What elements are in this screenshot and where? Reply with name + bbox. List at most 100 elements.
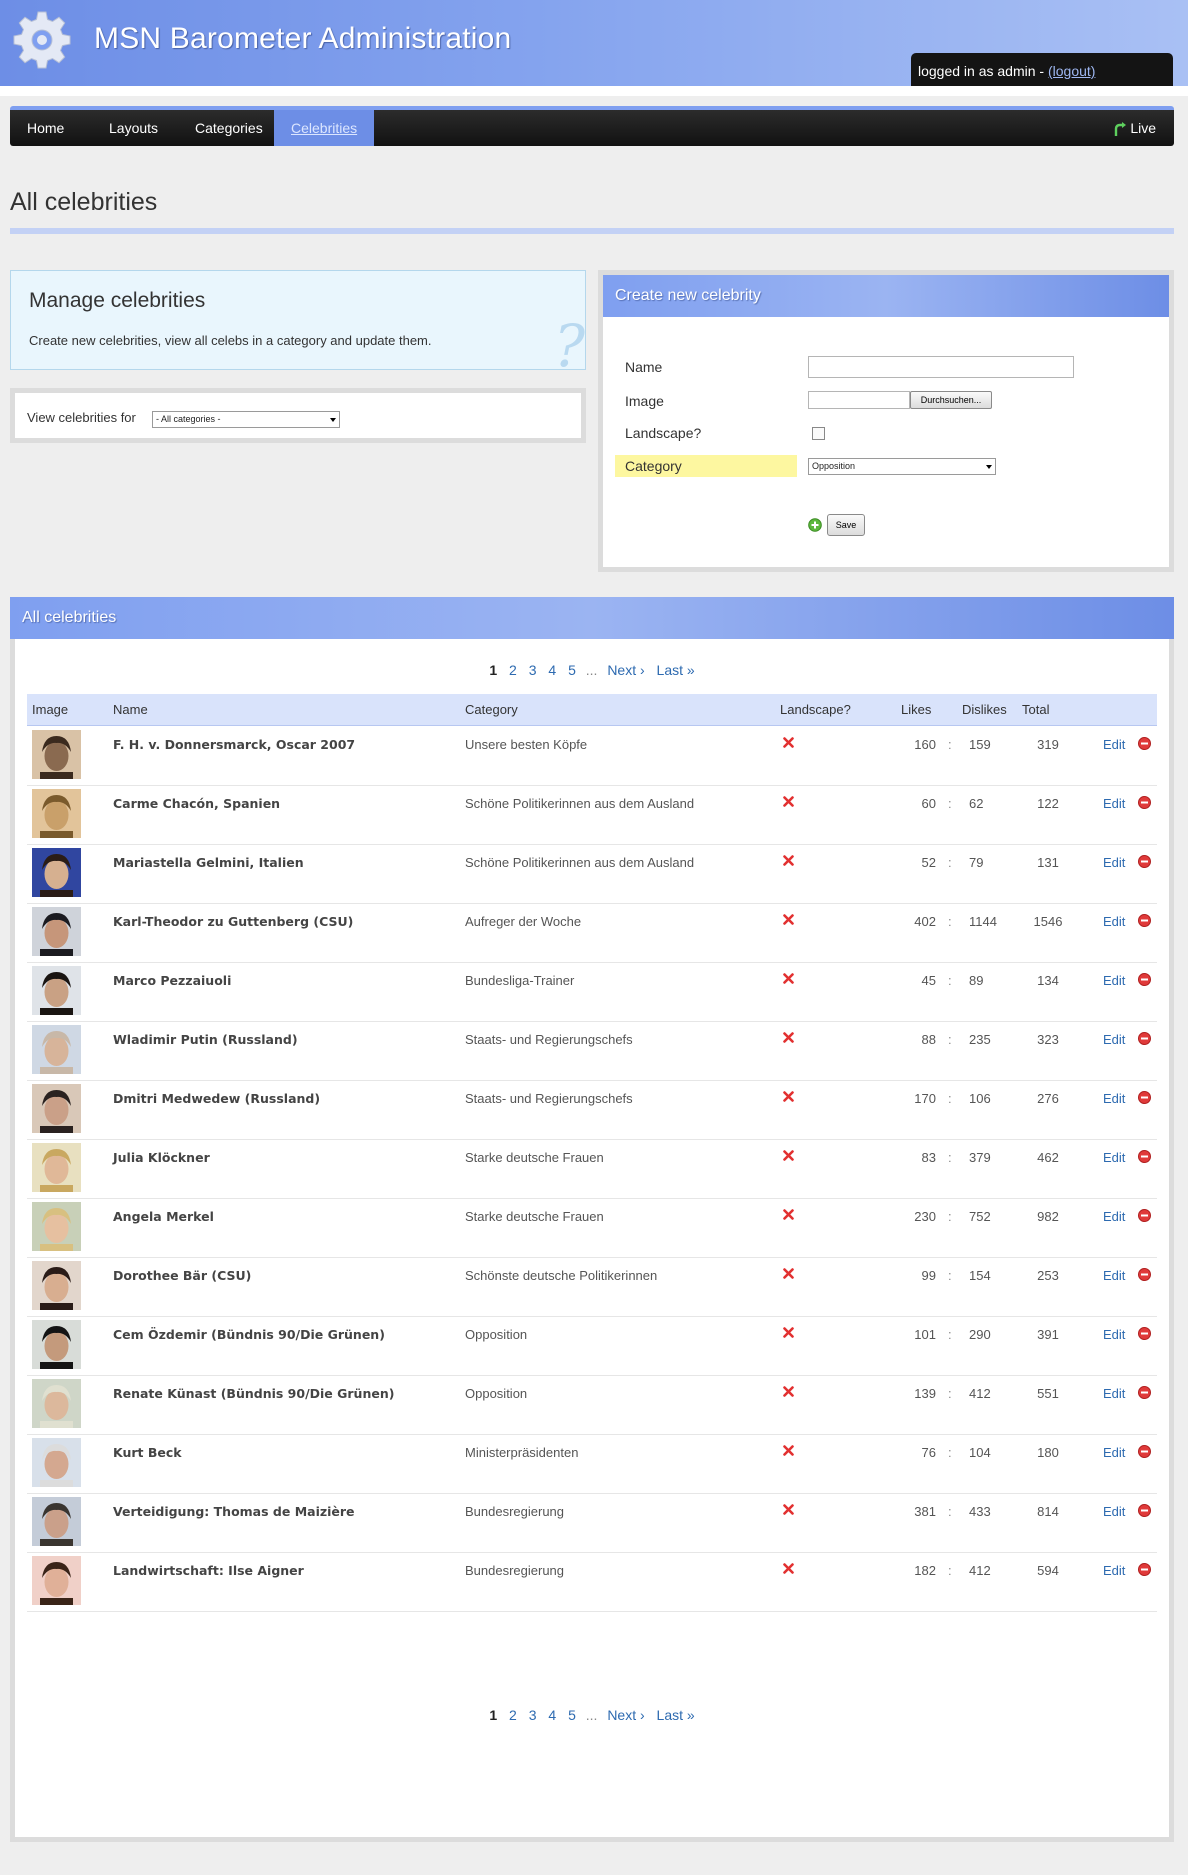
last-page-link[interactable]: Last » [657,662,695,678]
edit-link[interactable]: Edit [1103,1445,1125,1460]
delete-icon[interactable] [1138,1150,1151,1163]
avatar [32,1261,81,1310]
page-link-5[interactable]: 5 [568,1707,576,1723]
likes-separator: : [948,973,952,988]
total-count: 982 [1037,1209,1059,1224]
edit-link[interactable]: Edit [1103,973,1125,988]
nav-layouts[interactable]: Layouts [92,110,175,146]
edit-link[interactable]: Edit [1103,1563,1125,1578]
avatar [32,1084,81,1133]
page-link-3[interactable]: 3 [529,1707,537,1723]
edit-link[interactable]: Edit [1103,1150,1125,1165]
delete-icon[interactable] [1138,737,1151,750]
edit-link[interactable]: Edit [1103,1268,1125,1283]
edit-link[interactable]: Edit [1103,1209,1125,1224]
dislikes-count: 412 [969,1386,991,1401]
edit-link[interactable]: Edit [1103,855,1125,870]
cross-icon [783,973,794,984]
edit-link[interactable]: Edit [1103,1091,1125,1106]
delete-icon[interactable] [1138,1209,1151,1222]
nav-home[interactable]: Home [10,110,81,146]
page-link-1[interactable]: 1 [489,662,497,678]
dislikes-count: 154 [969,1268,991,1283]
delete-icon[interactable] [1138,1563,1151,1576]
celebrity-category: Aufreger der Woche [465,914,582,929]
delete-icon[interactable] [1138,973,1151,986]
edit-link[interactable]: Edit [1103,737,1125,752]
likes-separator: : [948,1563,952,1578]
celebrity-category: Starke deutsche Frauen [465,1150,604,1165]
total-count: 319 [1037,737,1059,752]
celebrity-name: Karl-Theodor zu Guttenberg (CSU) [113,914,354,929]
likes-separator: : [948,914,952,929]
delete-icon[interactable] [1138,1386,1151,1399]
page-link-2[interactable]: 2 [509,662,517,678]
landscape-checkbox[interactable] [812,427,825,440]
celebrity-category: Staats- und Regierungschefs [465,1091,633,1106]
delete-icon[interactable] [1138,796,1151,809]
edit-link[interactable]: Edit [1103,796,1125,811]
title-divider [10,228,1174,234]
last-page-link[interactable]: Last » [657,1707,695,1723]
next-page-link[interactable]: Next › [607,1707,644,1723]
save-button[interactable]: Save [827,514,865,536]
dislikes-count: 752 [969,1209,991,1224]
delete-icon[interactable] [1138,1504,1151,1517]
category-select[interactable]: Opposition [808,458,996,475]
celebrity-category: Schöne Politikerinnen aus dem Ausland [465,855,695,870]
category-filter-select[interactable]: - All categories - [152,411,340,428]
live-link[interactable]: Live [1114,110,1156,146]
manage-info-box: Manage celebrities Create new celebritie… [10,270,586,375]
page-link-4[interactable]: 4 [548,662,556,678]
manage-heading: Manage celebrities [29,289,206,312]
dislikes-count: 106 [969,1091,991,1106]
celebrity-name: Landwirtschaft: Ilse Aigner [113,1563,304,1578]
chevron-down-icon [330,418,336,422]
image-label: Image [625,393,664,409]
cross-icon [783,914,794,925]
page-link-5[interactable]: 5 [568,662,576,678]
total-count: 1546 [1033,914,1063,929]
edit-link[interactable]: Edit [1103,1386,1125,1401]
nav-celebrities[interactable]: Celebrities [274,110,375,146]
celebrity-category: Ministerpräsidenten [465,1445,579,1460]
page-link-1[interactable]: 1 [489,1707,497,1723]
delete-icon[interactable] [1138,1032,1151,1045]
cross-icon [783,1504,794,1515]
name-input[interactable] [808,356,1074,378]
dislikes-count: 159 [969,737,991,752]
table-row: Verteidigung: Thomas de Maizière Bundesre… [27,1494,1157,1553]
cross-icon [783,1445,794,1456]
dislikes-count: 62 [969,796,984,811]
image-file-input[interactable] [808,391,910,409]
dislikes-count: 433 [969,1504,991,1519]
delete-icon[interactable] [1138,1268,1151,1281]
delete-icon[interactable] [1138,914,1151,927]
nav-categories[interactable]: Categories [178,110,280,146]
browse-button[interactable]: Durchsuchen... [910,391,992,409]
likes-count: 381 [914,1504,936,1519]
next-page-link[interactable]: Next › [607,662,644,678]
page-link-3[interactable]: 3 [529,662,537,678]
delete-icon[interactable] [1138,855,1151,868]
live-arrow-icon [1115,122,1127,136]
table-row: Wladimir Putin (Russland) Staats- und Reg… [27,1022,1157,1081]
celebrity-name: Kurt Beck [113,1445,182,1460]
page-link-4[interactable]: 4 [548,1707,556,1723]
cross-icon [783,737,794,748]
edit-link[interactable]: Edit [1103,1032,1125,1047]
logout-link[interactable]: (logout) [1048,63,1095,79]
page-link-2[interactable]: 2 [509,1707,517,1723]
edit-link[interactable]: Edit [1103,1327,1125,1342]
likes-count: 88 [921,1032,936,1047]
table-row: Dorothee Bär (CSU) Schönste deutsche Poli… [27,1258,1157,1317]
likes-count: 139 [914,1386,936,1401]
edit-link[interactable]: Edit [1103,1504,1125,1519]
total-count: 131 [1037,855,1059,870]
delete-icon[interactable] [1138,1327,1151,1340]
edit-link[interactable]: Edit [1103,914,1125,929]
delete-icon[interactable] [1138,1445,1151,1458]
likes-count: 101 [914,1327,936,1342]
delete-icon[interactable] [1138,1091,1151,1104]
table-row: Cem Özdemir (Bündnis 90/Die Grünen) Oppos… [27,1317,1157,1376]
